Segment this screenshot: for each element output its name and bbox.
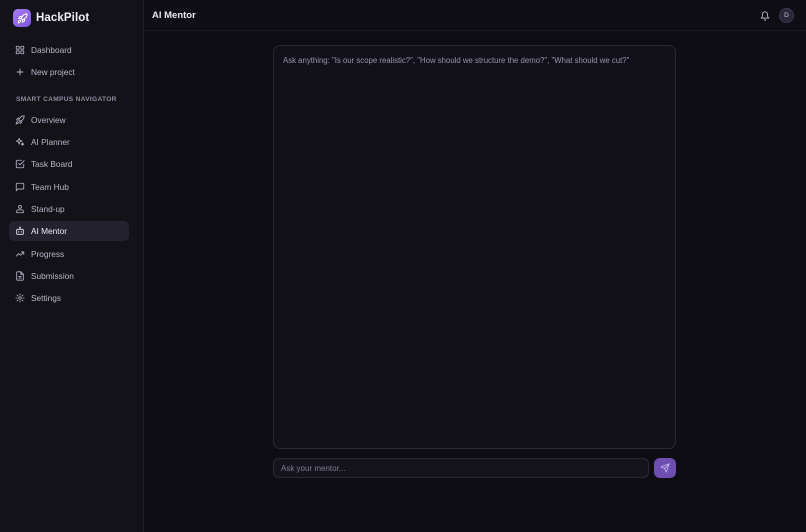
- sidebar-item-label: Settings: [31, 293, 61, 303]
- gear-icon: [15, 293, 25, 303]
- avatar[interactable]: D: [779, 8, 794, 23]
- chat-empty-hint: Ask anything: "Is our scope realistic?",…: [283, 56, 630, 65]
- sidebar-item-settings[interactable]: Settings: [9, 288, 129, 308]
- rocket-icon: [15, 115, 25, 125]
- sidebar-item-task-board[interactable]: Task Board: [9, 154, 129, 174]
- send-button[interactable]: [654, 458, 676, 478]
- sidebar-item-submission[interactable]: Submission: [9, 266, 129, 286]
- chat-bubble-icon: [15, 182, 25, 192]
- plus-icon: [15, 67, 25, 77]
- sidebar-item-overview[interactable]: Overview: [9, 110, 129, 130]
- sidebar-item-stand-up[interactable]: Stand-up: [9, 199, 129, 219]
- bell-icon[interactable]: [759, 10, 770, 21]
- sparkles-icon: [15, 137, 25, 147]
- bot-icon: [15, 226, 25, 236]
- sidebar-item-label: AI Planner: [31, 137, 70, 147]
- sidebar-item-label: Task Board: [31, 159, 73, 169]
- rocket-icon: [13, 9, 31, 27]
- standup-icon: [15, 204, 25, 214]
- document-icon: [15, 271, 25, 281]
- sidebar: HackPilot Dashboard New project SMART CA…: [0, 0, 144, 532]
- sidebar-item-ai-planner[interactable]: AI Planner: [9, 132, 129, 152]
- sidebar-item-label: Dashboard: [31, 45, 72, 55]
- sidebar-item-new-project[interactable]: New project: [9, 62, 129, 82]
- chat-panel: Ask anything: "Is our scope realistic?",…: [273, 45, 676, 449]
- mentor-message-input[interactable]: [273, 458, 649, 478]
- trend-up-icon: [15, 249, 25, 259]
- sidebar-item-label: Submission: [31, 271, 74, 281]
- sidebar-item-dashboard[interactable]: Dashboard: [9, 40, 129, 60]
- sidebar-item-label: Progress: [31, 249, 65, 259]
- sidebar-item-team-hub[interactable]: Team Hub: [9, 177, 129, 197]
- send-icon: [660, 463, 670, 473]
- checkbox-icon: [15, 159, 25, 169]
- sidebar-item-label: Stand-up: [31, 204, 65, 214]
- brand-name: HackPilot: [36, 12, 90, 24]
- brand[interactable]: HackPilot: [13, 9, 89, 27]
- grid-icon: [15, 45, 25, 55]
- sidebar-item-label: Team Hub: [31, 182, 69, 192]
- sidebar-section-label: SMART CAMPUS NAVIGATOR: [16, 96, 117, 103]
- sidebar-item-progress[interactable]: Progress: [9, 244, 129, 264]
- top-bar: AI Mentor D: [144, 0, 806, 31]
- page-title: AI Mentor: [152, 10, 196, 21]
- sidebar-item-label: Overview: [31, 115, 66, 125]
- sidebar-item-ai-mentor[interactable]: AI Mentor: [9, 221, 129, 241]
- sidebar-item-label: New project: [31, 67, 75, 77]
- sidebar-item-label: AI Mentor: [31, 226, 67, 236]
